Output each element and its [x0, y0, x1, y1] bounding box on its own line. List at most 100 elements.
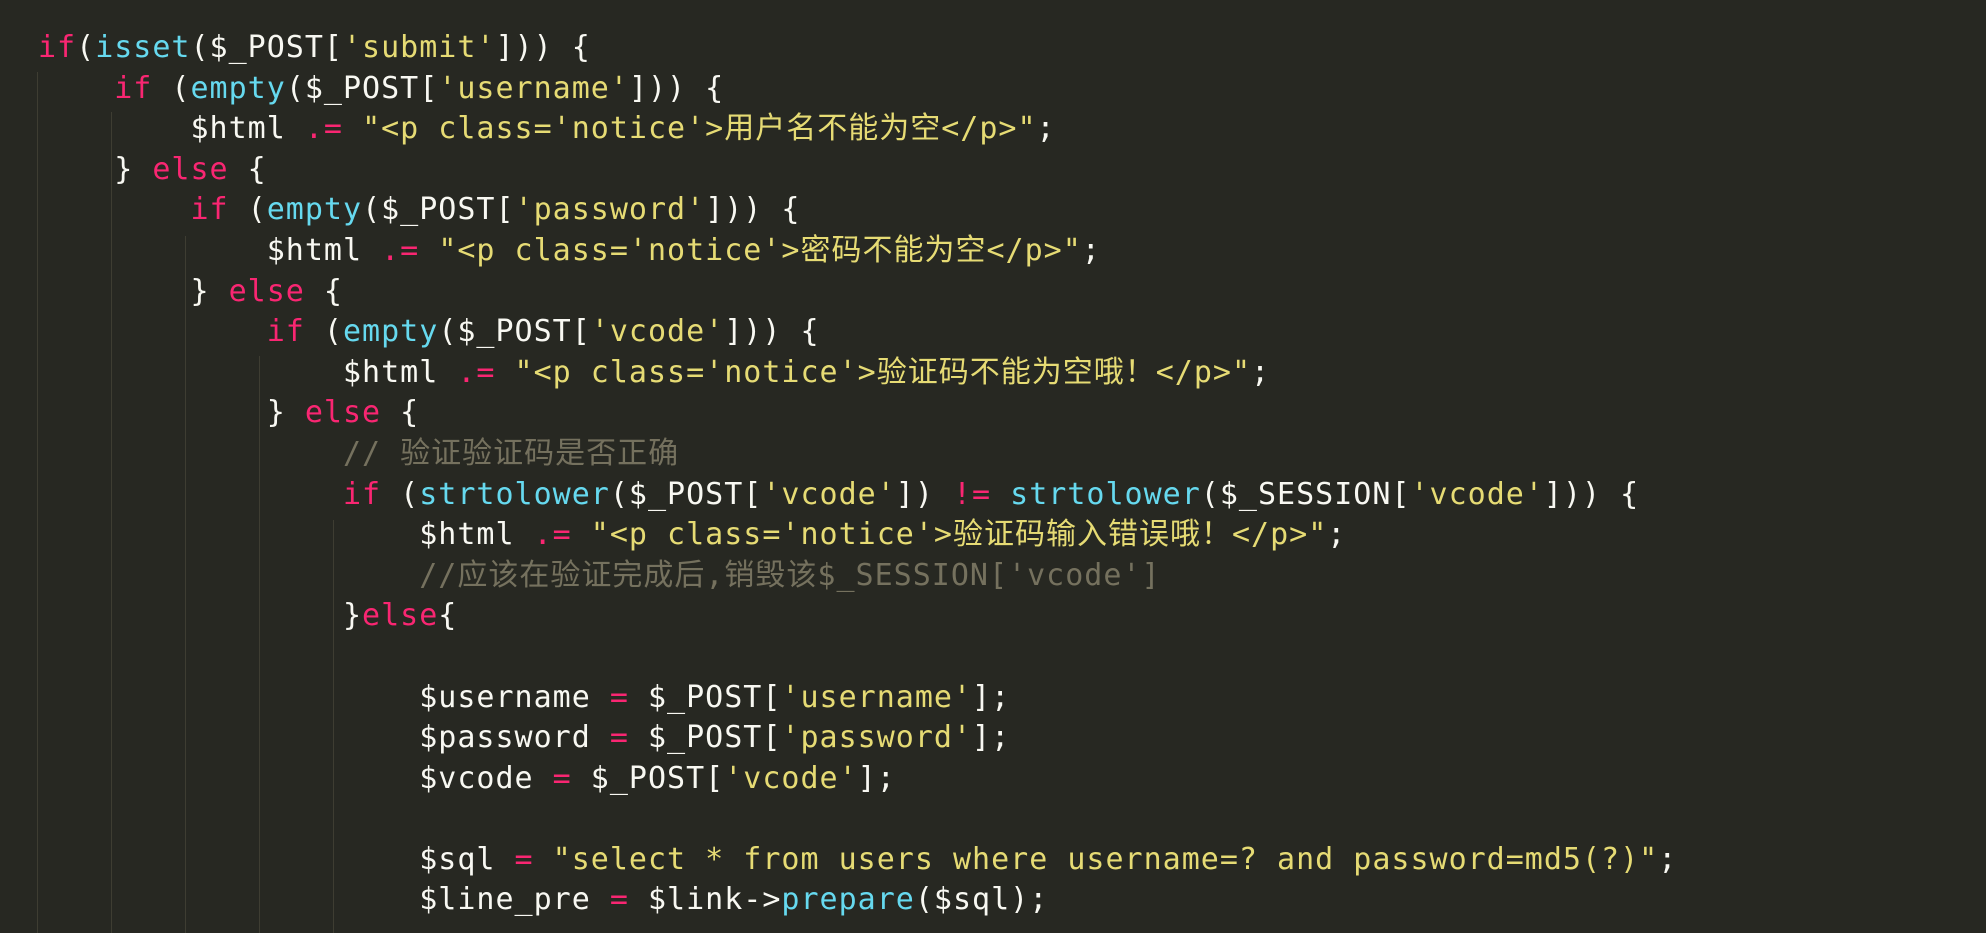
code-line[interactable]: }else{: [38, 596, 1677, 637]
code-token: =: [552, 760, 572, 796]
code-text[interactable]: if(isset($_POST['submit'])) { if (empty(…: [38, 28, 1677, 921]
code-token: ];: [972, 679, 1011, 715]
code-token: if: [342, 476, 382, 512]
code-token: "<p class='notice'>用户名不能为空</p>": [362, 111, 1037, 147]
code-token: (: [152, 70, 191, 106]
code-token: ($_POST[: [285, 70, 439, 106]
code-line[interactable]: } else {: [38, 150, 1677, 191]
code-token: 'username': [781, 679, 973, 715]
code-line[interactable]: //应该在验证完成后,销毁该$_SESSION['vcode']: [38, 556, 1677, 597]
code-token: $html: [342, 354, 458, 390]
code-token: 'password': [514, 192, 706, 228]
code-token: }: [266, 395, 305, 431]
code-token: ($_POST[: [362, 192, 515, 228]
code-token: {: [381, 395, 420, 431]
code-token: strtolower: [419, 476, 610, 512]
code-line[interactable]: // 验证验证码是否正确: [38, 434, 1677, 475]
code-line[interactable]: } else {: [38, 272, 1677, 313]
code-token: ;: [1081, 232, 1101, 268]
code-token: ($_SESSION[: [1200, 476, 1411, 512]
code-token: .=: [533, 517, 572, 553]
code-token: =: [609, 882, 629, 918]
code-token: if: [190, 192, 229, 228]
code-token: ;: [1658, 841, 1678, 877]
code-token: 'vcode': [762, 476, 896, 512]
code-token: "<p class='notice'>密码不能为空</p>": [438, 232, 1082, 268]
code-token: 'username': [438, 70, 629, 106]
code-token: {: [304, 273, 343, 309]
code-token: (: [381, 476, 420, 512]
code-token: =: [609, 720, 629, 756]
code-token: ])) {: [705, 192, 801, 228]
code-token: }: [342, 598, 363, 634]
code-token: ($_POST[: [438, 314, 591, 350]
code-token: 'vcode': [590, 314, 725, 350]
code-token: 'submit': [343, 30, 496, 65]
code-line[interactable]: $html .= "<p class='notice'>验证码不能为空哦！</p…: [38, 353, 1677, 394]
code-token: $line_pre: [419, 882, 610, 918]
code-token: =: [609, 679, 629, 715]
code-token: ])) {: [495, 30, 591, 65]
code-line[interactable]: $username = $_POST['username'];: [38, 678, 1677, 719]
code-token: ($sql);: [914, 882, 1049, 918]
code-token: isset: [95, 30, 191, 65]
code-line[interactable]: if (empty($_POST['username'])) {: [38, 69, 1677, 110]
code-line[interactable]: [38, 799, 1677, 840]
code-token: ($_POST[: [190, 30, 343, 65]
code-token: //应该在验证完成后,销毁该$_SESSION['vcode']: [419, 557, 1161, 593]
code-token: ])) {: [724, 314, 820, 350]
code-line[interactable]: [38, 637, 1677, 678]
code-token: ];: [857, 760, 896, 796]
code-line[interactable]: $html .= "<p class='notice'>验证码输入错误哦！</p…: [38, 515, 1677, 556]
code-token: $html: [190, 111, 305, 147]
code-token: else: [362, 598, 439, 634]
code-line[interactable]: if (empty($_POST['password'])) {: [38, 190, 1677, 231]
code-line[interactable]: } else {: [38, 393, 1677, 434]
code-token: .=: [381, 232, 420, 268]
code-line[interactable]: if (strtolower($_POST['vcode']) != strto…: [38, 475, 1677, 516]
code-token: "<p class='notice'>验证码不能为空哦！</p>": [514, 354, 1252, 390]
code-token: {: [438, 598, 458, 634]
code-token: else: [304, 395, 382, 431]
code-line[interactable]: if (empty($_POST['vcode'])) {: [38, 312, 1677, 353]
code-token: // 验证验证码是否正确: [342, 435, 680, 471]
code-token: ])) {: [628, 70, 725, 106]
code-line[interactable]: $password = $_POST['password'];: [38, 718, 1677, 759]
code-line[interactable]: $html .= "<p class='notice'>密码不能为空</p>";: [38, 231, 1677, 272]
code-token: }: [190, 273, 229, 309]
code-token: $_POST[: [628, 720, 782, 756]
code-token: .=: [304, 111, 343, 147]
code-token: ];: [972, 720, 1011, 756]
code-line[interactable]: $sql = "select * from users where userna…: [38, 840, 1677, 881]
code-token: $vcode: [419, 760, 553, 796]
code-line[interactable]: $vcode = $_POST['vcode'];: [38, 759, 1677, 800]
code-editor[interactable]: if(isset($_POST['submit'])) { if (empty(…: [0, 0, 1986, 933]
code-token: (: [228, 192, 267, 228]
code-line[interactable]: $html .= "<p class='notice'>用户名不能为空</p>"…: [38, 109, 1677, 150]
code-token: $html: [266, 232, 382, 268]
code-line[interactable]: if(isset($_POST['submit'])) {: [38, 28, 1677, 69]
code-line[interactable]: $line_pre = $link->prepare($sql);: [38, 880, 1677, 921]
code-token: $username: [419, 679, 610, 715]
code-token: empty: [266, 192, 363, 228]
code-token: 'password': [781, 720, 973, 756]
code-token: $html: [419, 517, 534, 553]
